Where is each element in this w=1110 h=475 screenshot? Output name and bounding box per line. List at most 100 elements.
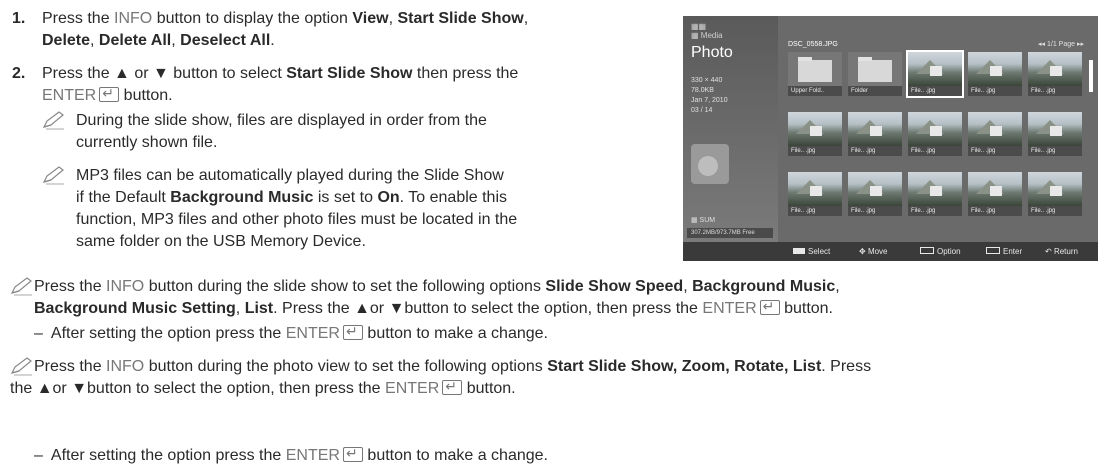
photo-thumbnail[interactable]: File.. .jpg [908, 172, 962, 216]
photo-image [908, 52, 962, 86]
option-view: View [352, 10, 389, 27]
thumbnail-label: File.. .jpg [968, 206, 1022, 216]
footer-label: Move [867, 247, 888, 256]
photo-thumbnail[interactable]: File.. .jpg [1028, 172, 1082, 216]
enter-icon [442, 376, 463, 398]
folder-icon [848, 52, 902, 86]
dash-bullet: – [34, 325, 43, 342]
text: , [235, 300, 245, 317]
media-logo: ▦▦ ▦ Media [691, 22, 723, 40]
photo-image [848, 172, 902, 206]
photo-thumbnail[interactable]: File.. .jpg [1028, 112, 1082, 156]
note-photo-view-options: Press the INFO button during the photo v… [10, 356, 1100, 400]
enter-key: ENTER [702, 300, 757, 317]
thumbnail-label: File.. .jpg [908, 86, 962, 96]
meta-resolution: 330 × 440 [691, 77, 723, 84]
note-background-music: MP3 files can be automatically played du… [42, 165, 672, 253]
photo-thumbnail[interactable]: File.. .jpg [788, 172, 842, 216]
footer-option[interactable]: Option [920, 242, 961, 261]
folder-thumbnail[interactable]: Upper Fold.. [788, 52, 842, 96]
step-2: 2. Press the ▲ or ▼ button to select Sta… [12, 63, 672, 107]
photo-image [968, 172, 1022, 206]
pencil-note-icon [10, 277, 32, 296]
info-key: INFO [114, 10, 153, 27]
thumbnail-label: File.. .jpg [848, 206, 902, 216]
folder-thumbnail[interactable]: Folder [848, 52, 902, 96]
enter-icon [342, 321, 363, 343]
photo-thumbnail[interactable]: File.. .jpg [848, 112, 902, 156]
text: button during the photo view to set the … [144, 358, 548, 375]
scrollbar[interactable] [1089, 60, 1093, 92]
option-background-music: Background Music [692, 278, 836, 295]
footer-select[interactable]: Select [793, 242, 830, 261]
photo-image [788, 172, 842, 206]
photo-thumbnail[interactable]: File.. .jpg [788, 112, 842, 156]
enter-icon [759, 296, 780, 318]
section-title: Photo [691, 44, 733, 61]
thumbnail-label: Upper Fold.. [788, 86, 842, 96]
info-key: INFO [106, 278, 145, 295]
footer-move[interactable]: ✥ Move [859, 242, 888, 261]
photo-image [908, 112, 962, 146]
text: Press the [42, 10, 115, 27]
background-music-term: Background Music [170, 189, 314, 206]
step-number: 2. [12, 65, 26, 82]
photo-image [1028, 112, 1082, 146]
meta-size: 78.0KB [691, 87, 714, 94]
thumbnail-label: File.. .jpg [968, 86, 1022, 96]
photo-thumbnail[interactable]: File.. .jpg [908, 112, 962, 156]
text: , [171, 32, 181, 49]
pencil-note-icon [42, 166, 64, 185]
photo-thumbnail[interactable]: File.. .jpg [906, 50, 964, 98]
red-key-icon [793, 248, 805, 254]
thumbnail-label: File.. .jpg [908, 146, 962, 156]
text: . [270, 32, 275, 49]
storage-free: 307.2MB/973.7MB Free [687, 228, 773, 238]
option-start-slide-show: Start Slide Show [286, 65, 413, 82]
page-indicator[interactable]: ◂◂ 1/1 Page ▸▸ [1038, 40, 1084, 49]
enter-key: ENTER [385, 380, 440, 397]
footer-return[interactable]: ↶ Return [1045, 242, 1078, 261]
step-text: Press the ▲ or ▼ button to select Start … [42, 63, 672, 107]
photo-thumbnail[interactable]: File.. .jpg [848, 172, 902, 216]
note-slide-order: During the slide show, files are display… [42, 110, 672, 154]
tv-media-screen: ▦▦ ▦ Media Photo 330 × 440 78.0KB Jan 7,… [683, 16, 1098, 261]
text: . Press the ▲or ▼button to select the op… [273, 300, 703, 317]
thumbnail-label: File.. .jpg [788, 146, 842, 156]
footer-label: Select [808, 247, 831, 256]
option-slide-show-speed: Slide Show Speed [545, 278, 684, 295]
note-line: function, MP3 files and other photo file… [76, 211, 518, 228]
option-delete-all: Delete All [98, 32, 172, 49]
photo-thumbnail[interactable]: File.. .jpg [968, 112, 1022, 156]
move-icon: ✥ [859, 247, 868, 256]
sub-note-b: – After setting the option press the ENT… [34, 443, 1094, 467]
photo-image [788, 112, 842, 146]
photo-image [968, 52, 1022, 86]
thumbnail-label: File.. .jpg [908, 206, 962, 216]
pencil-note-icon [10, 357, 32, 376]
enter-icon [99, 83, 120, 105]
photo-thumbnail[interactable]: File.. .jpg [1028, 52, 1082, 96]
note-line: same folder on the USB Memory Device. [76, 233, 366, 250]
option-deselect-all: Deselect All [180, 32, 271, 49]
enter-key: ENTER [285, 325, 340, 342]
text: button to display the option [152, 10, 353, 27]
thumbnail-label: File.. .jpg [1028, 146, 1082, 156]
enter-key: ENTER [285, 447, 340, 464]
note-line: currently shown file. [76, 134, 218, 151]
text: Press the [34, 358, 107, 375]
sub-note-a: – After setting the option press the ENT… [34, 321, 1094, 345]
photo-view-options: Start Slide Show, Zoom, Rotate, List [547, 358, 822, 375]
thumbnail-label: File.. .jpg [968, 146, 1022, 156]
step-number: 1. [12, 10, 26, 27]
text: , [523, 10, 529, 27]
photo-image [1028, 172, 1082, 206]
photo-thumbnail[interactable]: File.. .jpg [968, 52, 1022, 96]
footer-enter[interactable]: Enter [986, 242, 1022, 261]
photo-image [908, 172, 962, 206]
on-term: On [377, 189, 400, 206]
photo-thumbnail[interactable]: File.. .jpg [968, 172, 1022, 216]
photo-meta: 330 × 440 78.0KB Jan 7, 2010 03 / 14 [691, 76, 728, 116]
photo-image [1028, 52, 1082, 86]
option-list: List [244, 300, 274, 317]
